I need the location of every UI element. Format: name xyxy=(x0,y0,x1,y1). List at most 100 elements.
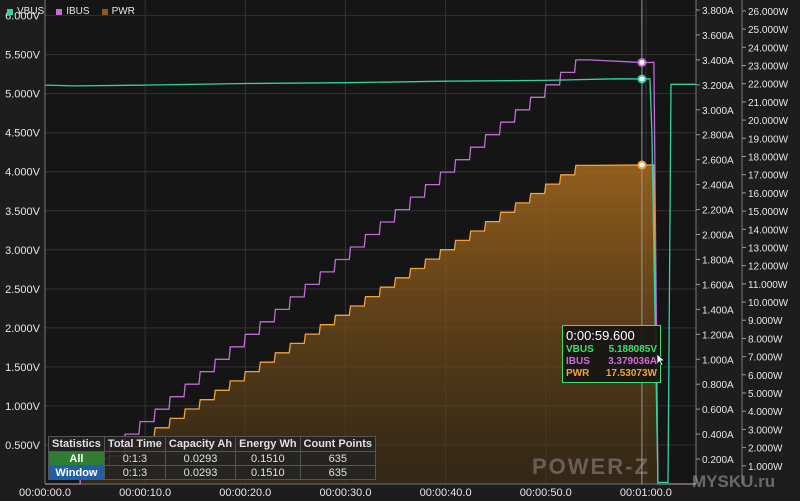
stats-capacity-window: 0.0293 xyxy=(164,465,237,480)
y-right2-tick-label: 26.000W xyxy=(748,7,789,18)
tooltip-label-vbus: VBUS xyxy=(566,344,594,355)
legend-item-pwr[interactable]: PWR xyxy=(101,6,135,17)
stats-count-window: 635 xyxy=(299,465,376,480)
y-left-tick-label: 5.000V xyxy=(5,89,41,101)
y-right2-tick-label: 4.000W xyxy=(748,407,783,418)
tooltip-time: 0:00:59.600 xyxy=(566,328,635,343)
statistics-table: Statistics Total Time Capacity Ah Energy… xyxy=(48,436,376,480)
y-right1-tick-label: 3.400A xyxy=(702,56,734,67)
legend-swatch-vbus xyxy=(7,8,13,15)
y-right1-tick-label: 2.000A xyxy=(702,231,734,242)
y-right1-tick-label: 1.600A xyxy=(702,280,734,291)
y-left-tick-label: 2.000V xyxy=(5,323,41,335)
tooltip-value-ibus: 3.379036A xyxy=(608,356,657,367)
y-right1-tick-label: 3.800A xyxy=(702,6,734,17)
tooltip-row-vbus: VBUS 5.188085V xyxy=(566,344,657,356)
y-right2-tick-label: 24.000W xyxy=(748,43,789,54)
legend-label-pwr: PWR xyxy=(111,6,135,17)
stats-label-window[interactable]: Window xyxy=(48,465,105,480)
x-tick-label: 00:01:00.0 xyxy=(620,487,672,499)
y-left-tick-label: 4.500V xyxy=(5,128,41,140)
mouse-pointer-icon xyxy=(657,354,665,366)
y-right2-tick-label: 17.000W xyxy=(748,171,789,182)
y-right2-tick-label: 3.000W xyxy=(748,425,783,436)
legend-label-ibus: IBUS xyxy=(66,6,90,17)
y-right2-tick-label: 16.000W xyxy=(748,189,789,200)
x-tick-label: 00:00:20.0 xyxy=(219,487,271,499)
y-right2-tick-label: 18.000W xyxy=(748,152,789,163)
y-left-tick-label: 1.500V xyxy=(5,362,41,374)
y-right2-tick-label: 19.000W xyxy=(748,134,789,145)
stats-total-time-all: 0:1:3 xyxy=(103,451,166,466)
stats-header-energy: Energy Wh xyxy=(235,436,301,452)
stats-header-capacity: Capacity Ah xyxy=(164,436,237,452)
y-right1-tick-label: 0.400A xyxy=(702,430,734,441)
y-right1-tick-label: 2.200A xyxy=(702,206,734,217)
stats-header-count: Count Points xyxy=(299,436,376,452)
y-left-tick-label: 5.500V xyxy=(5,50,41,62)
stats-energy-all: 0.1510 xyxy=(235,451,301,466)
y-right2-tick-label: 11.000W xyxy=(748,280,788,291)
y-right1-tick-label: 2.400A xyxy=(702,181,734,192)
x-tick-label: 00:00:00.0 xyxy=(19,487,71,499)
tooltip-value-vbus: 5.188085V xyxy=(608,344,657,355)
legend-swatch-pwr xyxy=(101,8,108,15)
stats-label-all[interactable]: All xyxy=(48,451,105,466)
legend-swatch-ibus xyxy=(56,8,63,15)
y-right2-tick-label: 13.000W xyxy=(748,243,789,254)
y-right1-tick-label: 1.400A xyxy=(702,305,734,316)
watermark-logo: POWER-Z xyxy=(532,454,650,479)
y-right2-tick-label: 7.000W xyxy=(748,353,783,364)
y-right2-tick-label: 15.000W xyxy=(748,207,789,218)
y-left-tick-label: 2.500V xyxy=(5,284,41,296)
y-right2-tick-label: 22.000W xyxy=(748,80,789,91)
stats-row-window[interactable]: Window 0:1:3 0.0293 0.1510 635 xyxy=(48,465,376,480)
y-right1-tick-label: 3.000A xyxy=(702,106,734,117)
y-right2-tick-label: 14.000W xyxy=(748,225,789,236)
cursor-tooltip: 0:00:59.600 VBUS 5.188085V IBUS 3.379036… xyxy=(562,325,661,383)
legend-item-ibus[interactable]: IBUS xyxy=(56,6,90,17)
stats-energy-window: 0.1510 xyxy=(235,465,301,480)
y-right1-tick-label: 0.600A xyxy=(702,405,734,416)
y-right1-tick-label: 3.200A xyxy=(702,81,734,92)
tooltip-row-ibus: IBUS 3.379036A xyxy=(566,356,657,368)
y-right1-tick-label: 1.000A xyxy=(702,355,734,366)
stats-count-all: 635 xyxy=(299,451,376,466)
x-tick-label: 00:00:40.0 xyxy=(420,487,472,499)
stats-header-total-time: Total Time xyxy=(103,436,166,452)
tooltip-value-pwr: 17.53073W xyxy=(605,368,657,379)
chart[interactable]: 0.500V 1.000V 1.500V 2.000V 2.500V 3.000V 3.50… xyxy=(0,0,800,501)
y-right2-tick-label: 8.000W xyxy=(748,334,783,345)
x-tick-label: 00:00:30.0 xyxy=(319,487,371,499)
y-left-tick-label: 3.500V xyxy=(5,206,41,218)
legend-label-vbus: VBUS xyxy=(17,6,45,17)
y-right1-tick-label: 2.600A xyxy=(702,156,734,167)
watermark-site: MYSKU.ru xyxy=(692,472,776,491)
tooltip-label-pwr: PWR xyxy=(566,368,590,379)
y-right2-tick-label: 20.000W xyxy=(748,116,789,127)
y-right2-tick-label: 6.000W xyxy=(748,371,783,382)
x-tick-label: 00:00:50.0 xyxy=(520,487,572,499)
x-tick-label: 00:00:10.0 xyxy=(119,487,171,499)
y-right1-tick-label: 1.800A xyxy=(702,255,734,266)
y-right2-tick-label: 2.000W xyxy=(748,444,783,455)
stats-capacity-all: 0.0293 xyxy=(164,451,237,466)
y-right2-tick-label: 10.000W xyxy=(748,298,789,309)
legend-item-vbus[interactable]: VBUS xyxy=(7,6,44,17)
y-right2-tick-label: 23.000W xyxy=(748,62,789,73)
stats-header-statistics: Statistics xyxy=(48,436,105,452)
y-right2-tick-label: 12.000W xyxy=(748,262,789,273)
y-left-tick-label: 1.000V xyxy=(5,401,41,413)
y-right2-tick-label: 25.000W xyxy=(748,25,789,36)
y-right1-tick-label: 2.800A xyxy=(702,131,734,142)
y-right1-tick-label: 0.800A xyxy=(702,380,734,391)
y-left-tick-label: 3.000V xyxy=(5,245,41,257)
cursor-marker-vbus xyxy=(637,74,647,84)
y-left-tick-label: 0.500V xyxy=(5,440,41,452)
y-right2-tick-label: 9.000W xyxy=(748,316,783,327)
tooltip-row-pwr: PWR 17.53073W xyxy=(566,368,657,380)
y-right2-tick-label: 21.000W xyxy=(748,98,789,109)
stats-row-all[interactable]: All 0:1:3 0.0293 0.1510 635 xyxy=(48,451,376,466)
y-left-tick-label: 4.000V xyxy=(5,167,41,179)
cursor-marker-pwr xyxy=(637,160,647,170)
